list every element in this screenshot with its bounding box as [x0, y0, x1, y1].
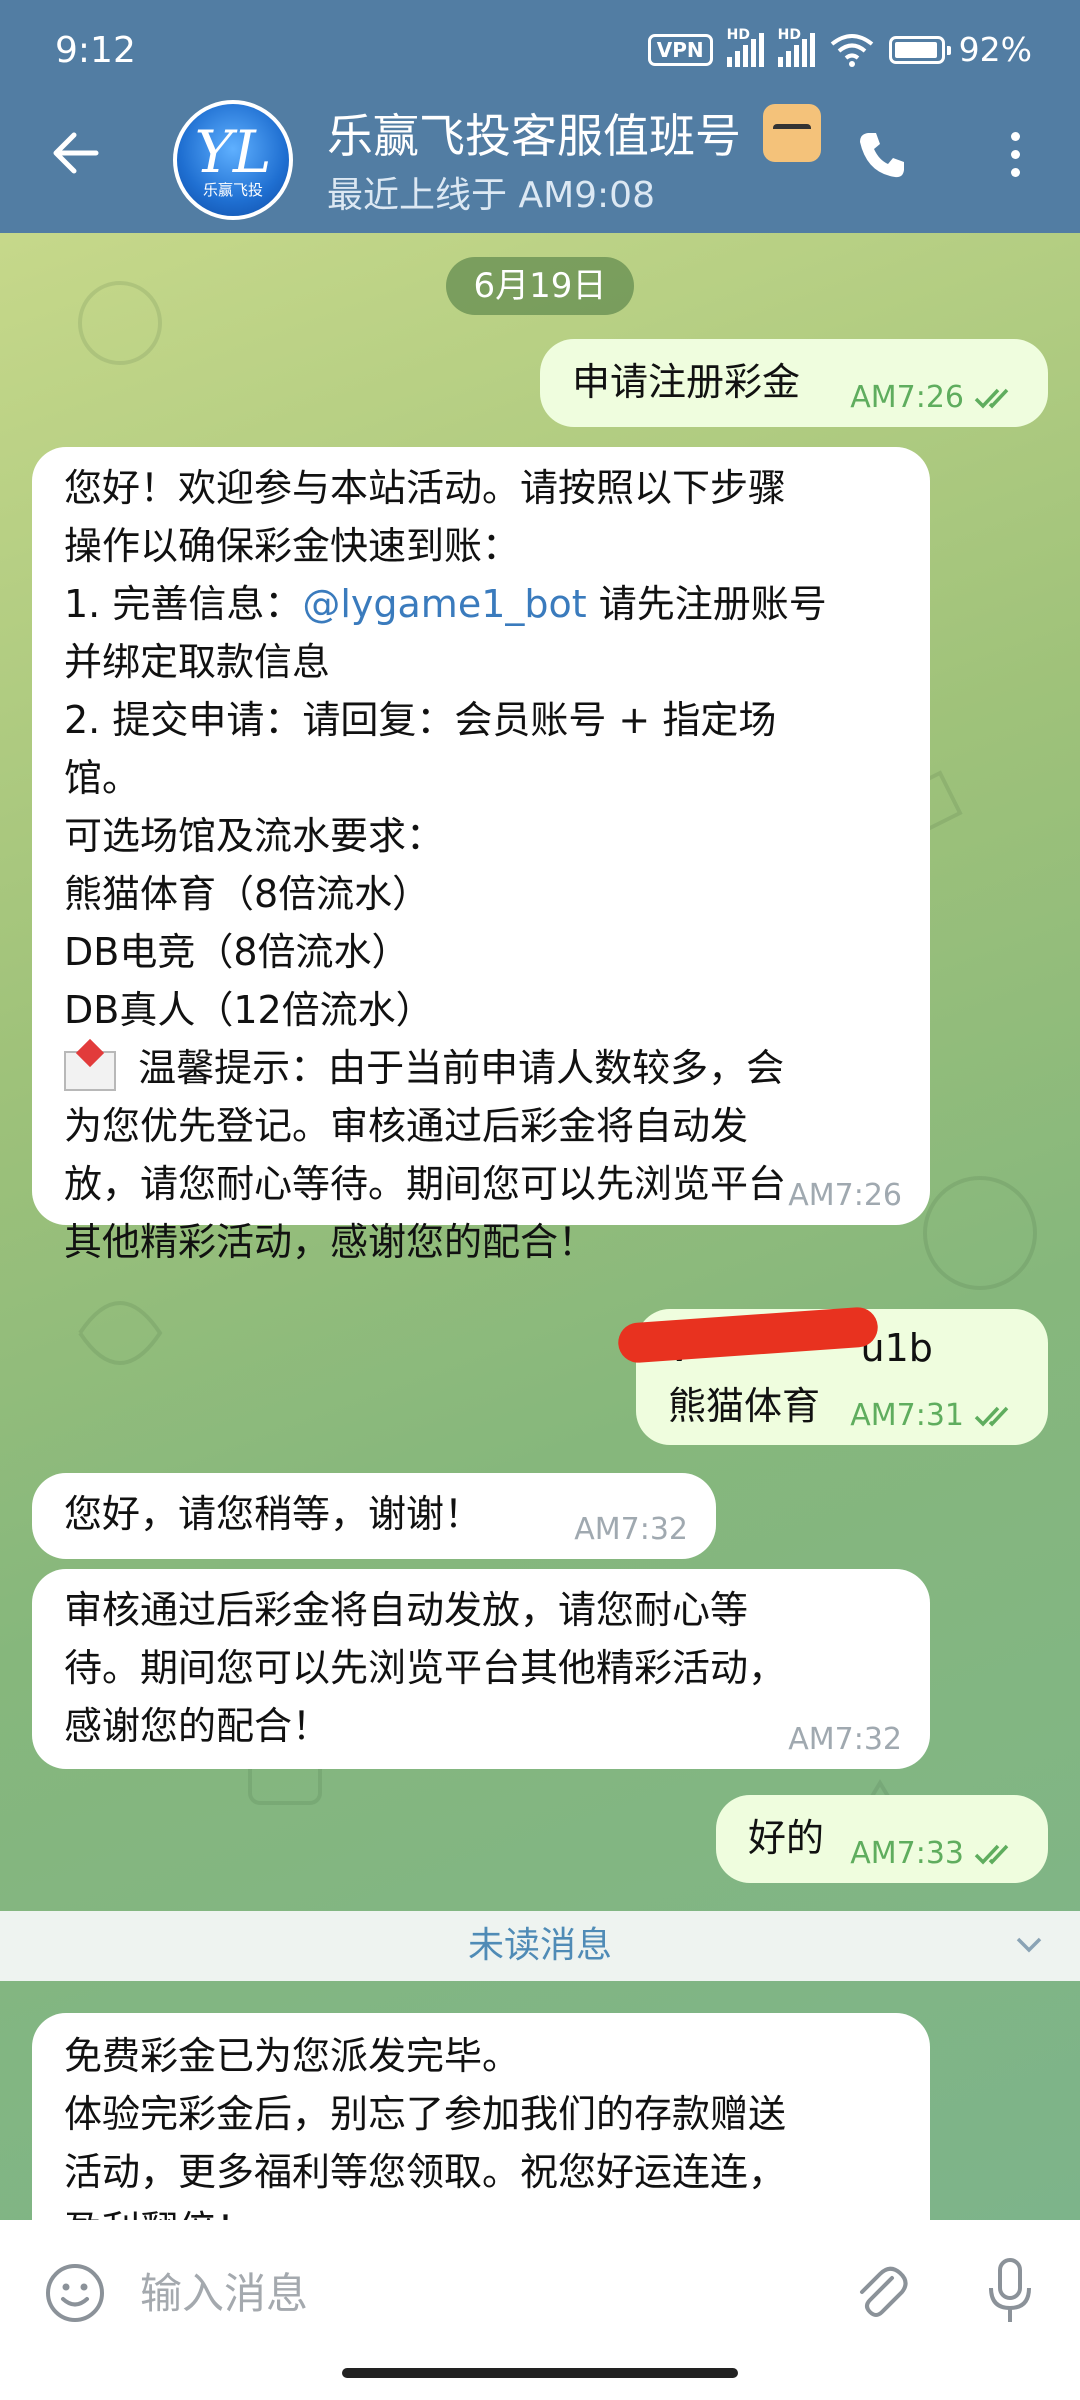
message-meta: AM7:26: [850, 383, 1020, 413]
message-bubble-in[interactable]: 免费彩金已为您派发完毕。 体验完彩金后，别忘了参加我们的存款赠送 活动，更多福利…: [32, 2013, 930, 2220]
message-meta: AM7:33: [850, 1839, 1020, 1869]
message-line: 待。期间您可以先浏览平台其他精彩活动，: [64, 1646, 787, 1690]
message-line: 馆。: [64, 756, 141, 800]
wifi-icon: [830, 33, 873, 67]
message-line: 审核通过后彩金将自动发放，请您耐心等: [64, 1588, 749, 1632]
battery-percent: 92%: [958, 30, 1032, 69]
message-line: DB电竞（8倍流水）: [64, 930, 410, 974]
message-meta: AM7:31: [850, 1401, 1020, 1431]
message-line: 放，请您耐心等待。期间您可以先浏览平台: [64, 1162, 787, 1206]
status-icons: VPN HD HD 92%: [647, 27, 1032, 69]
message-input-bar: 输入消息: [0, 2220, 1080, 2360]
message-line: 熊猫体育（8倍流水）: [64, 872, 431, 916]
message-meta: AM7:32: [788, 1722, 902, 1757]
message-line: 盈利翻倍！: [64, 2201, 898, 2220]
message-text: 您好，请您稍等，谢谢！: [64, 1492, 483, 1536]
message-line: DB真人（12倍流水）: [64, 988, 434, 1032]
unread-separator: 未读消息: [0, 1911, 1080, 1981]
double-check-icon: [974, 388, 1009, 409]
emoji-sticker-icon: [763, 104, 821, 162]
chat-area[interactable]: 6月19日 申请注册彩金 AM7:26 您好！欢迎参与本站活动。请按照以下步骤 …: [0, 233, 1080, 2220]
more-icon[interactable]: [1000, 132, 1030, 186]
chevron-down-icon[interactable]: [1014, 1929, 1044, 1959]
emoji-icon[interactable]: [44, 2262, 106, 2324]
message-line: 并绑定取款信息: [64, 640, 331, 684]
message-line: 免费彩金已为您派发完毕。: [64, 2034, 521, 2078]
message-meta: AM7:26: [788, 1178, 902, 1213]
avatar[interactable]: YL 乐赢飞投: [173, 100, 293, 220]
message-input[interactable]: 输入消息: [140, 2260, 308, 2321]
battery-icon: [888, 35, 951, 64]
chat-header: 9:12 VPN HD HD 92% YL 乐赢飞投 乐赢飞投客服值班号 最近上…: [0, 0, 1080, 233]
double-check-icon: [974, 1406, 1009, 1427]
message-line: 可选场馆及流水要求：: [64, 814, 445, 858]
last-seen: 最近上线于 AM9:08: [327, 175, 655, 216]
message-line: 活动，更多福利等您领取。祝您好运连连，: [64, 2150, 787, 2194]
message-line: 体验完彩金后，别忘了参加我们的存款赠送: [64, 2092, 787, 2136]
double-check-icon: [974, 1844, 1009, 1865]
message-line: 2. 提交申请：请回复：会员账号 + 指定场: [64, 698, 777, 742]
message-bubble-in[interactable]: 您好！欢迎参与本站活动。请按照以下步骤 操作以确保彩金快速到账： 1. 完善信息…: [32, 447, 930, 1264]
message-bubble-in[interactable]: 您好，请您稍等，谢谢！ AM7:32: [32, 1473, 716, 1559]
message-bubble-in[interactable]: 审核通过后彩金将自动发放，请您耐心等 待。期间您可以先浏览平台其他精彩活动， 感…: [32, 1569, 930, 1769]
message-line: 您好！欢迎参与本站活动。请按照以下步骤: [64, 466, 787, 510]
attach-icon[interactable]: [850, 2260, 912, 2322]
signal-icon: HD: [726, 27, 764, 67]
message-line: 感谢您的配合！: [64, 1704, 331, 1748]
status-bar: 9:12 VPN HD HD 92%: [0, 0, 1080, 100]
message-line: 温馨提示：由于当前申请人数较多，会: [64, 1039, 898, 1097]
message-line: 其他精彩活动，感谢您的配合！: [64, 1220, 597, 1264]
signal-icon-2: HD: [777, 27, 815, 67]
date-separator: 6月19日: [446, 257, 634, 315]
back-arrow-icon[interactable]: [48, 126, 102, 180]
message-text: 好的: [748, 1816, 825, 1860]
message-text: 申请注册彩金: [572, 360, 801, 404]
home-indicator[interactable]: [342, 2368, 738, 2378]
message-meta: AM7:32: [574, 1512, 688, 1547]
chat-title[interactable]: 乐赢飞投客服值班号: [327, 100, 757, 166]
status-time: 9:12: [55, 30, 136, 71]
message-bubble-out[interactable]: 好的 AM7:33: [716, 1795, 1048, 1883]
message-line: 操作以确保彩金快速到账：: [64, 524, 521, 568]
phone-icon[interactable]: [855, 128, 909, 182]
system-nav-bar: [0, 2360, 1080, 2400]
message-line: 1. 完善信息：@lygame1_bot 请先注册账号: [64, 582, 827, 626]
message-bubble-out[interactable]: 申请注册彩金 AM7:26: [540, 339, 1048, 427]
message-line: 为您优先登记。审核通过后彩金将自动发: [64, 1104, 749, 1148]
bot-link[interactable]: @lygame1_bot: [302, 582, 586, 626]
vpn-badge: VPN: [647, 33, 713, 66]
mic-icon[interactable]: [985, 2256, 1035, 2326]
mail-icon: [64, 1050, 116, 1091]
